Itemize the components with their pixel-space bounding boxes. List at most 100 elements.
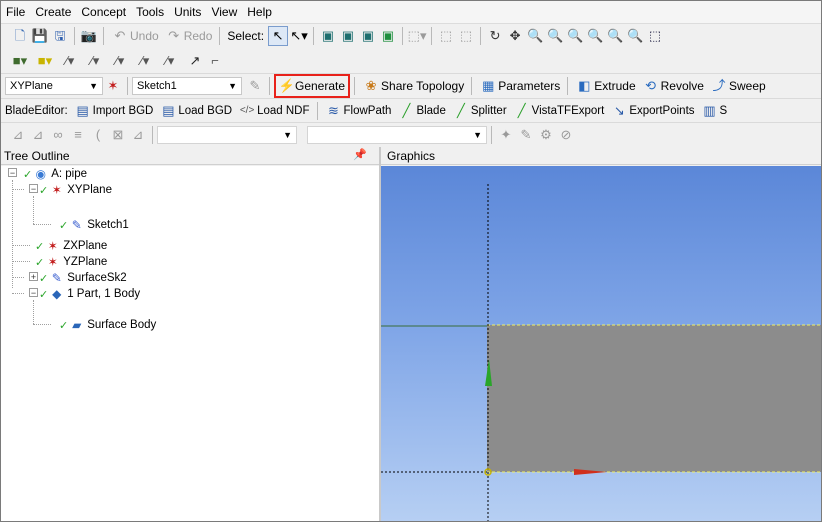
plane-dropdown[interactable]: XYPlane ▼ [5, 77, 103, 95]
flowpath-button[interactable]: ≋ FlowPath [322, 101, 395, 121]
zoom-in-icon[interactable]: 🔍 [546, 27, 564, 45]
undo-button[interactable]: ↶ Undo [108, 26, 162, 46]
separator [127, 77, 128, 95]
constraint-2-icon[interactable]: ⊿ [29, 126, 47, 144]
new-plane-icon[interactable]: ✶ [104, 77, 122, 95]
select-mode-icon[interactable]: ↖▾ [290, 27, 308, 45]
collapse-toggle[interactable]: − [29, 288, 38, 298]
blade-button[interactable]: ╱ Blade [394, 101, 448, 121]
share-topology-button[interactable]: ❀ Share Topology [359, 76, 467, 96]
feature-dropdown[interactable]: ▼ [307, 126, 487, 144]
select-pointer-icon[interactable]: ↖ [268, 26, 289, 46]
splitter-button[interactable]: ╱ Splitter [449, 101, 510, 121]
select-bodies-icon[interactable]: ▣ [379, 27, 397, 45]
constraint-6-icon[interactable]: ⊠ [109, 126, 127, 144]
save-as-icon[interactable]: 🖫 [51, 27, 69, 45]
display-edges-icon[interactable]: ■▾ [36, 52, 54, 70]
constraint-3-icon[interactable]: ∞ [49, 126, 67, 144]
screenshot-icon[interactable]: 📷 [80, 27, 98, 45]
import-bgd-button[interactable]: ▤ Import BGD [71, 101, 157, 121]
menu-create[interactable]: Create [30, 5, 76, 19]
menu-units[interactable]: Units [169, 5, 206, 19]
edge-style-3-icon[interactable]: ∕▾ [111, 52, 129, 70]
normal-to-icon[interactable]: ↗ [186, 52, 204, 70]
menu-concept[interactable]: Concept [76, 5, 131, 19]
sketch-dropdown[interactable]: Sketch1 ▼ [132, 77, 242, 95]
zoom-box-icon[interactable]: 🔍 [566, 27, 584, 45]
collapse-toggle[interactable]: − [8, 168, 17, 178]
tree-node-zxplane[interactable]: ✓ ✶ ZXPlane [35, 238, 107, 254]
tree-node-label: ZXPlane [63, 240, 108, 252]
lightning-icon: ⚡ [278, 78, 296, 93]
blade-icon: ╱ [402, 103, 411, 118]
new-sketch-icon[interactable]: ✎ [246, 77, 264, 95]
sweep-button[interactable]: ⤴ Sweep [707, 76, 769, 96]
surface-body-icon: ▰ [72, 318, 82, 332]
select-faces-icon[interactable]: ▣ [359, 27, 377, 45]
isometric-icon[interactable]: ⬚ [646, 27, 664, 45]
collapse-toggle[interactable]: − [29, 184, 38, 194]
tree-node-root[interactable]: ✓ ◉ A: pipe [23, 166, 87, 182]
paint-select-icon[interactable]: ⬚ [457, 27, 475, 45]
tree-node-sketch1[interactable]: ✓ ✎ Sketch1 [59, 217, 129, 233]
zoom-icon[interactable]: 🔍 [526, 27, 544, 45]
vista-tf-export-button[interactable]: ╱ VistaTFExport [510, 101, 608, 121]
overflow-button[interactable]: ▥ S [698, 101, 731, 121]
menu-view[interactable]: View [206, 5, 242, 19]
constraint-1-icon[interactable]: ⊿ [9, 126, 27, 144]
tree-node-surface-body[interactable]: ✓ ▰ Surface Body [59, 317, 156, 333]
generate-button[interactable]: ⚡ Generate [274, 74, 351, 98]
sweep-label: Sweep [728, 79, 766, 93]
select-points-icon[interactable]: ▣ [319, 27, 337, 45]
revolve-button[interactable]: ⟲ Revolve [639, 76, 707, 96]
checkmark-icon: ✓ [39, 184, 49, 197]
load-bgd-button[interactable]: ▤ Load BGD [156, 101, 235, 121]
menu-help[interactable]: Help [242, 5, 277, 19]
extend-selection-icon[interactable]: ⬚▾ [408, 27, 427, 45]
checkmark-icon: ✓ [23, 168, 33, 181]
select-edges-icon[interactable]: ▣ [339, 27, 357, 45]
edge-style-2-icon[interactable]: ∕▾ [86, 52, 104, 70]
tree-connector [12, 180, 13, 288]
pin-icon[interactable]: 📌 [353, 148, 367, 161]
tree-node-xyplane[interactable]: ✓ ✶ XYPlane [39, 182, 112, 198]
zoom-next-icon[interactable]: 🔍 [626, 27, 644, 45]
extrude-label: Extrude [594, 79, 636, 93]
edge-style-5-icon[interactable]: ∕▾ [161, 52, 179, 70]
select-label: Select: [227, 29, 265, 43]
revolve-label: Revolve [660, 79, 704, 93]
tool-3-icon[interactable]: ⚙ [537, 126, 555, 144]
constraint-7-icon[interactable]: ⊿ [129, 126, 147, 144]
display-model-icon[interactable]: ■▾ [11, 52, 29, 70]
undo-label: Undo [130, 29, 159, 43]
redo-button[interactable]: ↷ Redo [162, 26, 216, 46]
tree-node-parts[interactable]: ✓ ◆ 1 Part, 1 Body [39, 286, 140, 302]
menu-tools[interactable]: Tools [131, 5, 169, 19]
edge-style-4-icon[interactable]: ∕▾ [136, 52, 154, 70]
pan-icon[interactable]: ✥ [506, 27, 524, 45]
export-points-button[interactable]: ↘ ExportPoints [607, 101, 697, 121]
parameters-button[interactable]: ▦ Parameters [476, 76, 563, 96]
tool-4-icon[interactable]: ⊘ [557, 126, 575, 144]
menu-file[interactable]: File [1, 5, 30, 19]
load-ndf-button[interactable]: </> Load NDF [235, 101, 312, 121]
plane-display-icon[interactable]: ⌐ [206, 52, 224, 70]
graphics-viewport[interactable] [381, 166, 821, 521]
zoom-previous-icon[interactable]: 🔍 [606, 27, 624, 45]
tree-connector [12, 245, 30, 246]
box-select-icon[interactable]: ⬚ [437, 27, 455, 45]
tool-2-icon[interactable]: ✎ [517, 126, 535, 144]
constraint-4-icon[interactable]: ≡ [69, 126, 87, 144]
expand-toggle[interactable]: + [29, 272, 38, 282]
constraint-dropdown[interactable]: ▼ [157, 126, 297, 144]
tree-node-yzplane[interactable]: ✓ ✶ YZPlane [35, 254, 107, 270]
extrude-button[interactable]: ◧ Extrude [572, 76, 638, 96]
save-icon[interactable]: 💾 [31, 27, 49, 45]
tool-1-icon[interactable]: ✦ [497, 126, 515, 144]
tree-node-surfacesk2[interactable]: ✓ ✎ SurfaceSk2 [39, 270, 127, 286]
new-icon[interactable]: 🗋 [11, 27, 29, 45]
constraint-5-icon[interactable]: ( [89, 126, 107, 144]
zoom-fit-icon[interactable]: 🔍 [586, 27, 604, 45]
rotate-icon[interactable]: ↻ [486, 27, 504, 45]
edge-style-1-icon[interactable]: ∕▾ [61, 52, 79, 70]
